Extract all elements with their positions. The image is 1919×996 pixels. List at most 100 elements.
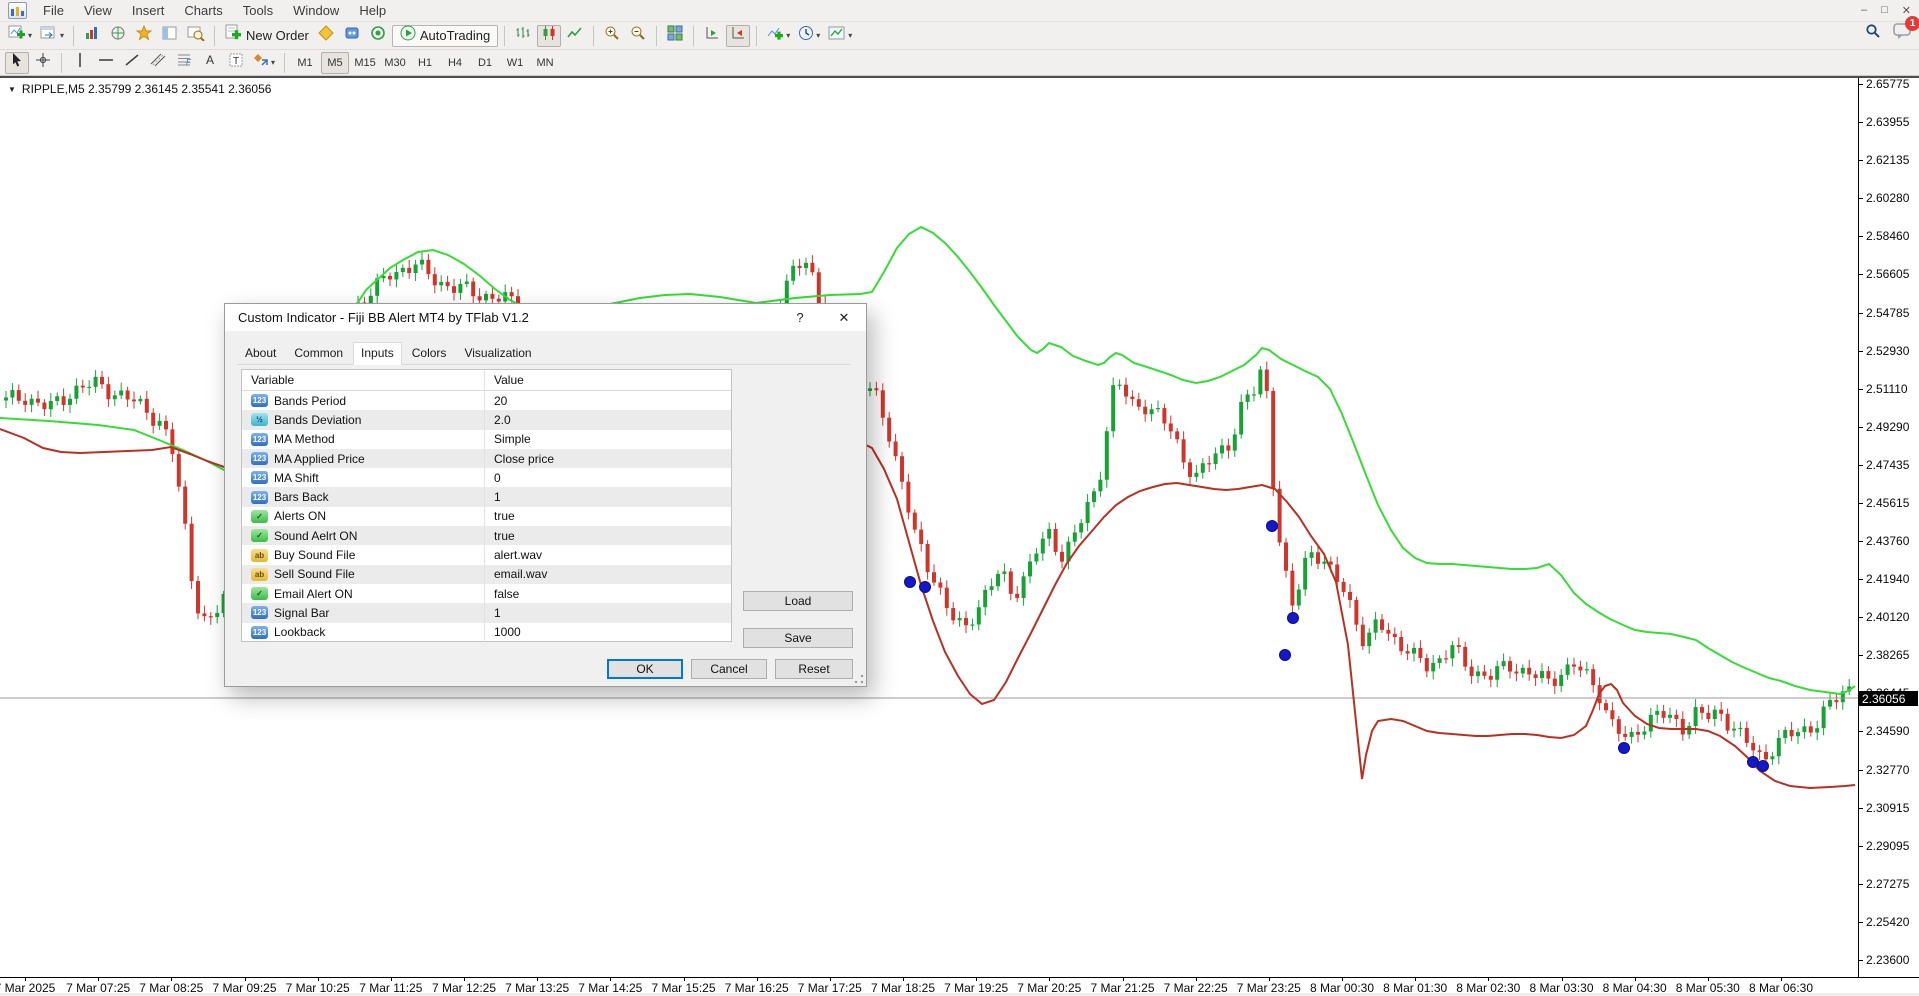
shapes-tool[interactable]: ▾ [250, 52, 278, 74]
close-icon[interactable]: ✕ [822, 304, 866, 331]
variable-value[interactable]: 2.0 [494, 413, 511, 427]
autotrading-button[interactable]: AutoTrading [392, 25, 498, 47]
indicators-button[interactable]: ▾ [763, 25, 793, 47]
chevron-down-icon[interactable]: ▾ [60, 31, 64, 40]
cancel-button[interactable]: Cancel [691, 659, 767, 679]
fibonacci-tool[interactable]: F [172, 52, 196, 74]
line-chart-button[interactable] [563, 25, 587, 47]
market-watch-button[interactable] [80, 25, 104, 47]
data-window-button[interactable] [158, 25, 182, 47]
variable-value[interactable]: true [494, 509, 515, 523]
help-icon[interactable]: ? [778, 304, 822, 331]
vertical-line-tool[interactable] [68, 52, 92, 74]
new-chart-button[interactable]: ▾ [5, 25, 35, 47]
table-row[interactable]: 123MA Shift0 [242, 468, 731, 487]
chevron-down-icon[interactable]: ▾ [28, 31, 32, 40]
chevron-down-icon[interactable]: ▼ [8, 85, 16, 94]
table-row[interactable]: 123Bands Period20 [242, 391, 731, 410]
minimize-icon[interactable]: – [1861, 4, 1867, 17]
table-row[interactable]: ✓Alerts ONtrue [242, 507, 731, 526]
auto-scroll-button[interactable] [700, 25, 724, 47]
price-axis[interactable]: 2.657752.639552.621352.602802.584602.566… [1859, 78, 1919, 977]
timeframe-m15[interactable]: M15 [351, 52, 379, 74]
templates-button[interactable]: ▾ [825, 25, 855, 47]
timeframe-d1[interactable]: D1 [471, 52, 499, 74]
dialog-title-bar[interactable]: Custom Indicator - Fiji BB Alert MT4 by … [225, 304, 866, 331]
menu-file[interactable]: File [33, 1, 74, 20]
variable-value[interactable]: 1000 [494, 625, 521, 639]
menu-charts[interactable]: Charts [174, 1, 232, 20]
chevron-down-icon[interactable]: ▾ [271, 58, 275, 67]
profiles-button[interactable]: ▾ [37, 25, 67, 47]
save-button[interactable]: Save [743, 628, 853, 648]
timeframe-h1[interactable]: H1 [411, 52, 439, 74]
chevron-down-icon[interactable]: ▾ [848, 31, 852, 40]
variable-value[interactable]: false [494, 587, 519, 601]
chat-icon[interactable]: 1 [1893, 22, 1913, 45]
cursor-tool[interactable] [5, 52, 29, 74]
close-icon[interactable]: ✕ [1902, 4, 1911, 17]
variable-value[interactable]: Simple [494, 432, 531, 446]
menu-view[interactable]: View [74, 1, 122, 20]
tab-about[interactable]: About [237, 342, 284, 365]
variable-value[interactable]: 0 [494, 471, 501, 485]
crosshair-tool[interactable] [31, 52, 55, 74]
periods-button[interactable]: ▾ [795, 25, 823, 47]
favorites-button[interactable] [132, 25, 156, 47]
chevron-down-icon[interactable]: ▾ [816, 31, 820, 40]
timeframe-h4[interactable]: H4 [441, 52, 469, 74]
inputs-table[interactable]: Variable Value 123Bands Period20½Bands D… [241, 369, 732, 642]
bar-chart-button[interactable] [511, 25, 535, 47]
search-icon[interactable] [1865, 23, 1881, 44]
timeframe-m30[interactable]: M30 [381, 52, 409, 74]
menu-help[interactable]: Help [349, 1, 396, 20]
horizontal-line-tool[interactable] [94, 52, 118, 74]
table-row[interactable]: 123Bars Back1 [242, 487, 731, 506]
tab-inputs[interactable]: Inputs [353, 342, 402, 365]
experts-button[interactable] [340, 25, 364, 47]
zoom-in-button[interactable] [600, 25, 624, 47]
table-row[interactable]: ½Bands Deviation2.0 [242, 410, 731, 429]
menu-window[interactable]: Window [283, 1, 349, 20]
table-row[interactable]: abBuy Sound Filealert.wav [242, 545, 731, 564]
table-row[interactable]: 123Signal Bar1 [242, 603, 731, 622]
text-tool[interactable]: A [198, 52, 222, 74]
ok-button[interactable]: OK [607, 659, 683, 679]
timeframe-m5[interactable]: M5 [321, 52, 349, 74]
menu-insert[interactable]: Insert [122, 1, 175, 20]
tab-colors[interactable]: Colors [404, 342, 455, 365]
table-row[interactable]: 123Lookback1000 [242, 623, 731, 642]
table-row[interactable]: abSell Sound Fileemail.wav [242, 565, 731, 584]
timeframe-mn[interactable]: MN [531, 52, 559, 74]
reset-button[interactable]: Reset [775, 659, 853, 679]
variable-value[interactable]: 1 [494, 606, 501, 620]
chart-shift-button[interactable] [726, 25, 750, 47]
tab-visualization[interactable]: Visualization [456, 342, 539, 365]
variable-value[interactable]: Close price [494, 452, 554, 466]
variable-value[interactable]: 1 [494, 490, 501, 504]
timeframe-m1[interactable]: M1 [291, 52, 319, 74]
tab-common[interactable]: Common [286, 342, 351, 365]
zoom-out-button[interactable] [626, 25, 650, 47]
candle-chart-button[interactable] [537, 25, 561, 47]
new-order-button[interactable]: New Order [221, 25, 312, 47]
restore-icon[interactable]: □ [1881, 4, 1888, 17]
chevron-down-icon[interactable]: ▾ [786, 31, 790, 40]
menu-tools[interactable]: Tools [233, 1, 283, 20]
table-row[interactable]: ✓Email Alert ONfalse [242, 584, 731, 603]
tile-windows-button[interactable] [663, 25, 687, 47]
load-button[interactable]: Load [743, 591, 853, 611]
navigator-button[interactable] [106, 25, 130, 47]
variable-value[interactable]: true [494, 529, 515, 543]
table-row[interactable]: 123MA Applied PriceClose price [242, 449, 731, 468]
resize-grip-icon[interactable] [854, 674, 864, 684]
metaeditor-button[interactable] [314, 25, 338, 47]
variable-value[interactable]: email.wav [494, 567, 547, 581]
trendline-tool[interactable] [120, 52, 144, 74]
variable-value[interactable]: alert.wav [494, 548, 542, 562]
table-row[interactable]: ✓Sound Aelrt ONtrue [242, 526, 731, 545]
timeframe-w1[interactable]: W1 [501, 52, 529, 74]
channel-tool[interactable] [146, 52, 170, 74]
table-row[interactable]: 123MA MethodSimple [242, 430, 731, 449]
label-tool[interactable]: T [224, 52, 248, 74]
